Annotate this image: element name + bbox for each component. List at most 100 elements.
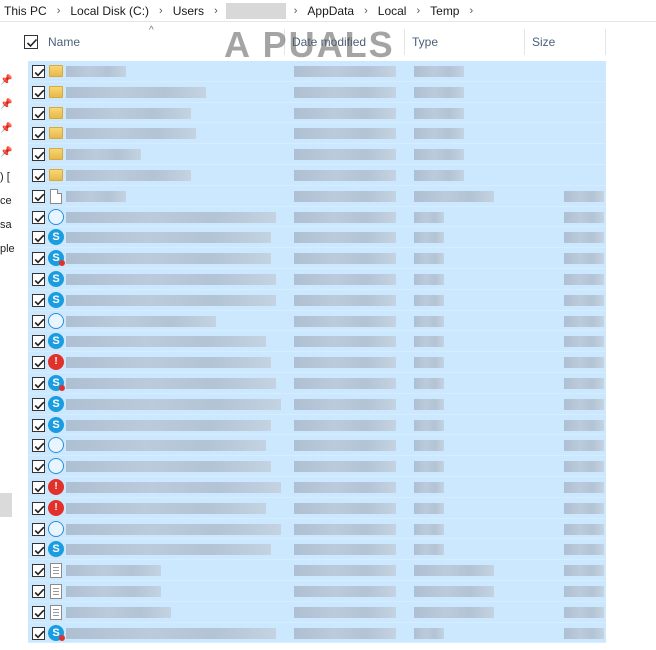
redacted-file-type [414, 294, 444, 306]
column-divider[interactable] [404, 29, 405, 55]
chevron-right-icon[interactable]: › [463, 5, 479, 17]
file-row[interactable] [28, 185, 606, 207]
breadcrumb-users[interactable]: Users [169, 4, 208, 18]
file-row[interactable] [28, 102, 606, 124]
chevron-right-icon[interactable]: › [208, 5, 224, 17]
row-checkbox[interactable] [32, 397, 45, 411]
file-row[interactable]: ! [28, 497, 606, 519]
redacted-file-size [564, 544, 604, 556]
column-type-header[interactable]: Type [412, 35, 438, 49]
breadcrumb-local[interactable]: Local [374, 4, 411, 18]
row-checkbox[interactable] [32, 564, 45, 578]
breadcrumb-local-disk[interactable]: Local Disk (C:) [66, 4, 153, 18]
row-checkbox[interactable] [32, 272, 45, 286]
file-row[interactable] [28, 206, 606, 228]
file-row[interactable] [28, 560, 606, 581]
file-row[interactable]: S [28, 248, 606, 269]
file-row[interactable] [28, 81, 606, 103]
file-row[interactable] [28, 580, 606, 602]
chevron-right-icon[interactable]: › [410, 5, 426, 17]
redacted-file-type [414, 149, 464, 161]
row-checkbox[interactable] [32, 418, 45, 432]
file-row[interactable] [28, 164, 606, 186]
redacted-date-modified [294, 585, 396, 597]
row-checkbox[interactable] [32, 522, 45, 536]
column-size-header[interactable]: Size [532, 35, 555, 49]
row-checkbox[interactable] [32, 584, 45, 598]
nav-item-label[interactable]: ) [ [0, 171, 10, 183]
row-checkbox[interactable] [32, 480, 45, 494]
row-checkbox[interactable] [32, 543, 45, 557]
file-row[interactable]: ! [28, 476, 606, 498]
row-checkbox[interactable] [32, 439, 45, 453]
row-checkbox[interactable] [32, 65, 45, 78]
file-row[interactable] [28, 456, 606, 477]
row-checkbox[interactable] [32, 127, 45, 141]
file-row[interactable]: S [28, 372, 606, 394]
redacted-date-modified [294, 440, 396, 452]
error-badge-icon [59, 634, 65, 641]
row-checkbox[interactable] [32, 605, 45, 619]
row-checkbox[interactable] [32, 106, 45, 120]
row-checkbox[interactable] [32, 376, 45, 390]
breadcrumb-this-pc[interactable]: This PC [0, 4, 51, 18]
file-row[interactable] [28, 61, 606, 82]
file-row[interactable]: S [28, 539, 606, 561]
nav-item-label[interactable]: ce [0, 195, 12, 207]
breadcrumb-temp[interactable]: Temp [426, 4, 463, 18]
file-row[interactable]: ! [28, 352, 606, 373]
nav-item-label[interactable]: sa [0, 219, 12, 231]
select-all-checkbox[interactable] [24, 35, 38, 49]
pin-icon[interactable]: 📌 [0, 75, 12, 86]
chevron-right-icon[interactable]: › [51, 5, 67, 17]
pin-icon[interactable]: 📌 [0, 99, 12, 110]
row-checkbox[interactable] [32, 231, 45, 245]
file-row[interactable] [28, 435, 606, 457]
chevron-right-icon[interactable]: › [153, 5, 169, 17]
row-checkbox[interactable] [32, 460, 45, 474]
file-row[interactable]: S [28, 622, 606, 644]
column-divider[interactable] [524, 29, 525, 55]
row-checkbox[interactable] [32, 252, 45, 266]
breadcrumb-redacted-user[interactable] [225, 2, 286, 19]
skype-icon: S [48, 291, 64, 308]
chevron-right-icon[interactable]: › [288, 5, 304, 17]
file-row[interactable] [28, 123, 606, 145]
redacted-file-size [564, 481, 604, 493]
alert-icon: ! [48, 499, 64, 516]
file-row[interactable] [28, 518, 606, 540]
file-row[interactable]: S [28, 227, 606, 249]
redacted-file-name [66, 86, 206, 98]
pin-icon[interactable]: 📌 [0, 147, 12, 158]
row-checkbox[interactable] [32, 626, 45, 640]
nav-selected-item[interactable] [0, 493, 12, 517]
row-checkbox[interactable] [32, 335, 45, 349]
row-checkbox[interactable] [32, 356, 45, 370]
row-checkbox[interactable] [32, 314, 45, 328]
file-row[interactable] [28, 601, 606, 623]
nav-item-label[interactable]: ple [0, 243, 15, 255]
file-row[interactable]: S [28, 393, 606, 415]
row-checkbox[interactable] [32, 168, 45, 182]
row-checkbox[interactable] [32, 148, 45, 162]
row-checkbox[interactable] [32, 501, 45, 515]
row-checkbox[interactable] [32, 293, 45, 307]
column-name-header[interactable]: Name [48, 35, 80, 49]
column-divider[interactable] [605, 29, 606, 55]
file-row[interactable]: S [28, 268, 606, 290]
chevron-right-icon[interactable]: › [358, 5, 374, 17]
row-checkbox[interactable] [32, 210, 45, 224]
row-checkbox[interactable] [32, 189, 45, 203]
text-file-icon [50, 583, 62, 599]
file-row[interactable]: S [28, 414, 606, 436]
file-row[interactable] [28, 144, 606, 165]
redacted-file-name [66, 232, 271, 244]
file-row[interactable] [28, 310, 606, 332]
breadcrumb-appdata[interactable]: AppData [303, 4, 358, 18]
pin-icon[interactable]: 📌 [0, 123, 12, 134]
redacted-date-modified [294, 544, 396, 556]
file-row[interactable]: S [28, 331, 606, 353]
redacted-file-type [414, 107, 464, 119]
row-checkbox[interactable] [32, 85, 45, 99]
file-row[interactable]: S [28, 289, 606, 311]
